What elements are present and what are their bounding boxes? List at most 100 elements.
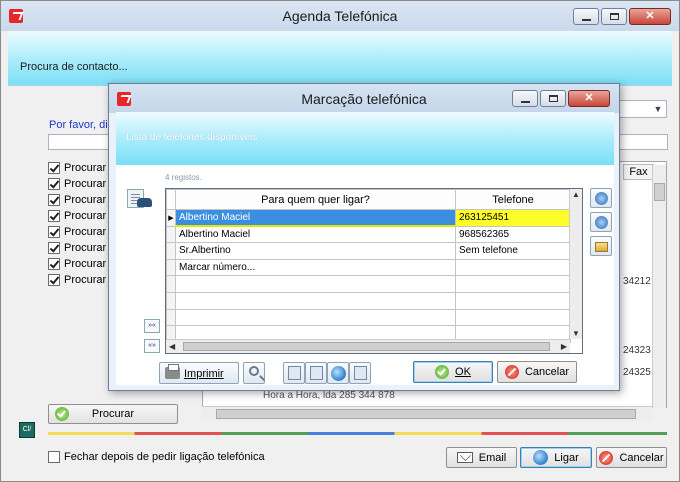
close-after-checkbox[interactable] [48,451,60,463]
email-button[interactable]: Email [446,447,517,468]
contact-name-cell[interactable]: Sr.Albertino [175,242,456,260]
results-vertical-scrollbar[interactable] [652,165,666,408]
contact-name-cell[interactable]: Albertino Maciel [175,225,456,244]
move-up-button[interactable] [590,188,612,208]
chevron-left-icon[interactable]: ◀ [169,342,175,351]
checkbox[interactable] [48,178,60,190]
tool-button[interactable]: Cl/ [19,422,35,438]
imprimir-button-label: Imprimir [184,368,224,380]
expand-button[interactable]: «» [144,339,160,353]
dialog-maximize-button[interactable] [540,90,566,107]
scroll-thumb[interactable] [183,342,550,351]
check-icon [55,407,69,421]
checkbox[interactable] [48,226,60,238]
fax-cell: 24323 [623,345,651,356]
printer-icon [165,364,180,379]
contact-name-cell[interactable]: Marcar número... [175,258,456,277]
maximize-button[interactable] [601,8,627,25]
chevron-down-icon: ▼ [653,104,663,114]
phone-cell[interactable] [455,258,571,277]
dialog-banner-text: Lista de telefones disponíveis [126,132,258,143]
dialog-banner: Lista de telefones disponíveis [116,112,614,165]
dialog-cancelar-button[interactable]: Cancelar [497,361,577,383]
chevron-down-icon[interactable]: ▼ [570,329,582,338]
chevron-right-icon[interactable]: ▶ [561,342,567,351]
mail-icon [456,452,473,463]
procurar-button[interactable]: Procurar [48,404,178,424]
ligar-button[interactable]: Ligar [520,447,592,468]
imprimir-button[interactable]: Imprimir [159,362,239,384]
collapse-button[interactable]: »« [144,319,160,333]
checkbox[interactable] [48,162,60,174]
fax-cell: 24325 [623,367,651,378]
ligar-button-label: Ligar [554,451,579,464]
copy-button[interactable] [283,362,305,384]
column-header-name[interactable]: Para quem quer ligar? [175,189,456,210]
main-banner-text: Procura de contacto... [20,61,128,73]
dialog-close-button[interactable]: ✕ [568,90,610,107]
scroll-thumb[interactable] [216,409,636,419]
grid-horizontal-scrollbar[interactable]: ◀ ▶ [166,339,570,353]
globe-icon [331,366,346,381]
open-folder-button[interactable] [590,236,612,256]
phone-table: Para quem quer ligar? Telefone ▶ Alberti… [166,189,571,343]
phone-cell[interactable]: 263125451 [455,209,571,227]
checkbox[interactable] [48,194,60,206]
close-after-option[interactable]: Fechar depois de pedir ligação telefónic… [48,451,265,463]
fax-column-header[interactable]: Fax [623,164,654,180]
table-icon [310,366,323,380]
maximize-icon [549,95,558,102]
phone-list-grid[interactable]: Para quem quer ligar? Telefone ▶ Alberti… [165,188,583,354]
cancelar-button-label: Cancelar [619,451,664,464]
main-window-controls: ✕ [573,8,671,25]
contact-name-cell[interactable]: Albertino Maciel [175,209,456,228]
phone-cell[interactable]: Sem telefone [455,242,571,260]
scroll-thumb[interactable] [654,183,665,201]
grid-vertical-scrollbar[interactable]: ▲ ▼ [569,189,582,339]
close-button[interactable]: ✕ [629,8,671,25]
send-mail-icon [354,366,367,380]
move-down-button[interactable] [590,212,612,232]
cancelar-button[interactable]: Cancelar [596,447,667,468]
table-row[interactable]: Albertino Maciel 968562365 [166,225,571,244]
checkbox[interactable] [48,258,60,270]
table-row[interactable]: Sr.Albertino Sem telefone [166,242,571,260]
checkbox[interactable] [48,210,60,222]
row-indicator-icon: ▶ [166,209,176,227]
empty-row [166,308,571,327]
table-header-row: Para quem quer ligar? Telefone [166,189,571,210]
column-header-phone[interactable]: Telefone [455,189,571,210]
table-row[interactable]: Marcar número... [166,258,571,277]
preview-button[interactable] [243,362,265,384]
close-icon: ✕ [645,10,655,22]
email-button-label: Email [478,451,507,464]
results-horizontal-scrollbar[interactable] [202,406,652,421]
row-indicator [166,225,176,244]
indicator-header [166,189,176,210]
empty-row [166,275,571,293]
ok-button[interactable]: OK [413,361,493,383]
main-titlebar[interactable]: Agenda Telefónica ✕ [1,1,679,31]
web-button[interactable] [327,362,349,384]
chevron-up-icon[interactable]: ▲ [570,190,582,199]
collapse-icon: »« [148,322,156,329]
close-icon: ✕ [584,92,594,104]
maximize-icon [610,13,619,20]
arrow-up-icon [595,192,608,205]
check-icon [435,365,450,379]
send-mail-button[interactable] [349,362,371,384]
search-hint: Por favor, digi [49,119,117,131]
checkbox[interactable] [48,242,60,254]
phone-cell[interactable]: 968562365 [455,225,571,244]
color-divider [48,432,667,435]
dialog-cancelar-button-label: Cancelar [524,366,570,378]
row-indicator [166,242,176,260]
checkbox[interactable] [48,274,60,286]
table-view-button[interactable] [305,362,327,384]
table-row[interactable]: ▶ Albertino Maciel 263125451 [166,209,571,228]
arrow-down-icon [595,216,608,229]
minimize-button[interactable] [573,8,599,25]
magnifier-icon [249,366,259,376]
dialog-minimize-button[interactable] [512,90,538,107]
dialog-titlebar[interactable]: Marcação telefónica ✕ [109,84,619,113]
